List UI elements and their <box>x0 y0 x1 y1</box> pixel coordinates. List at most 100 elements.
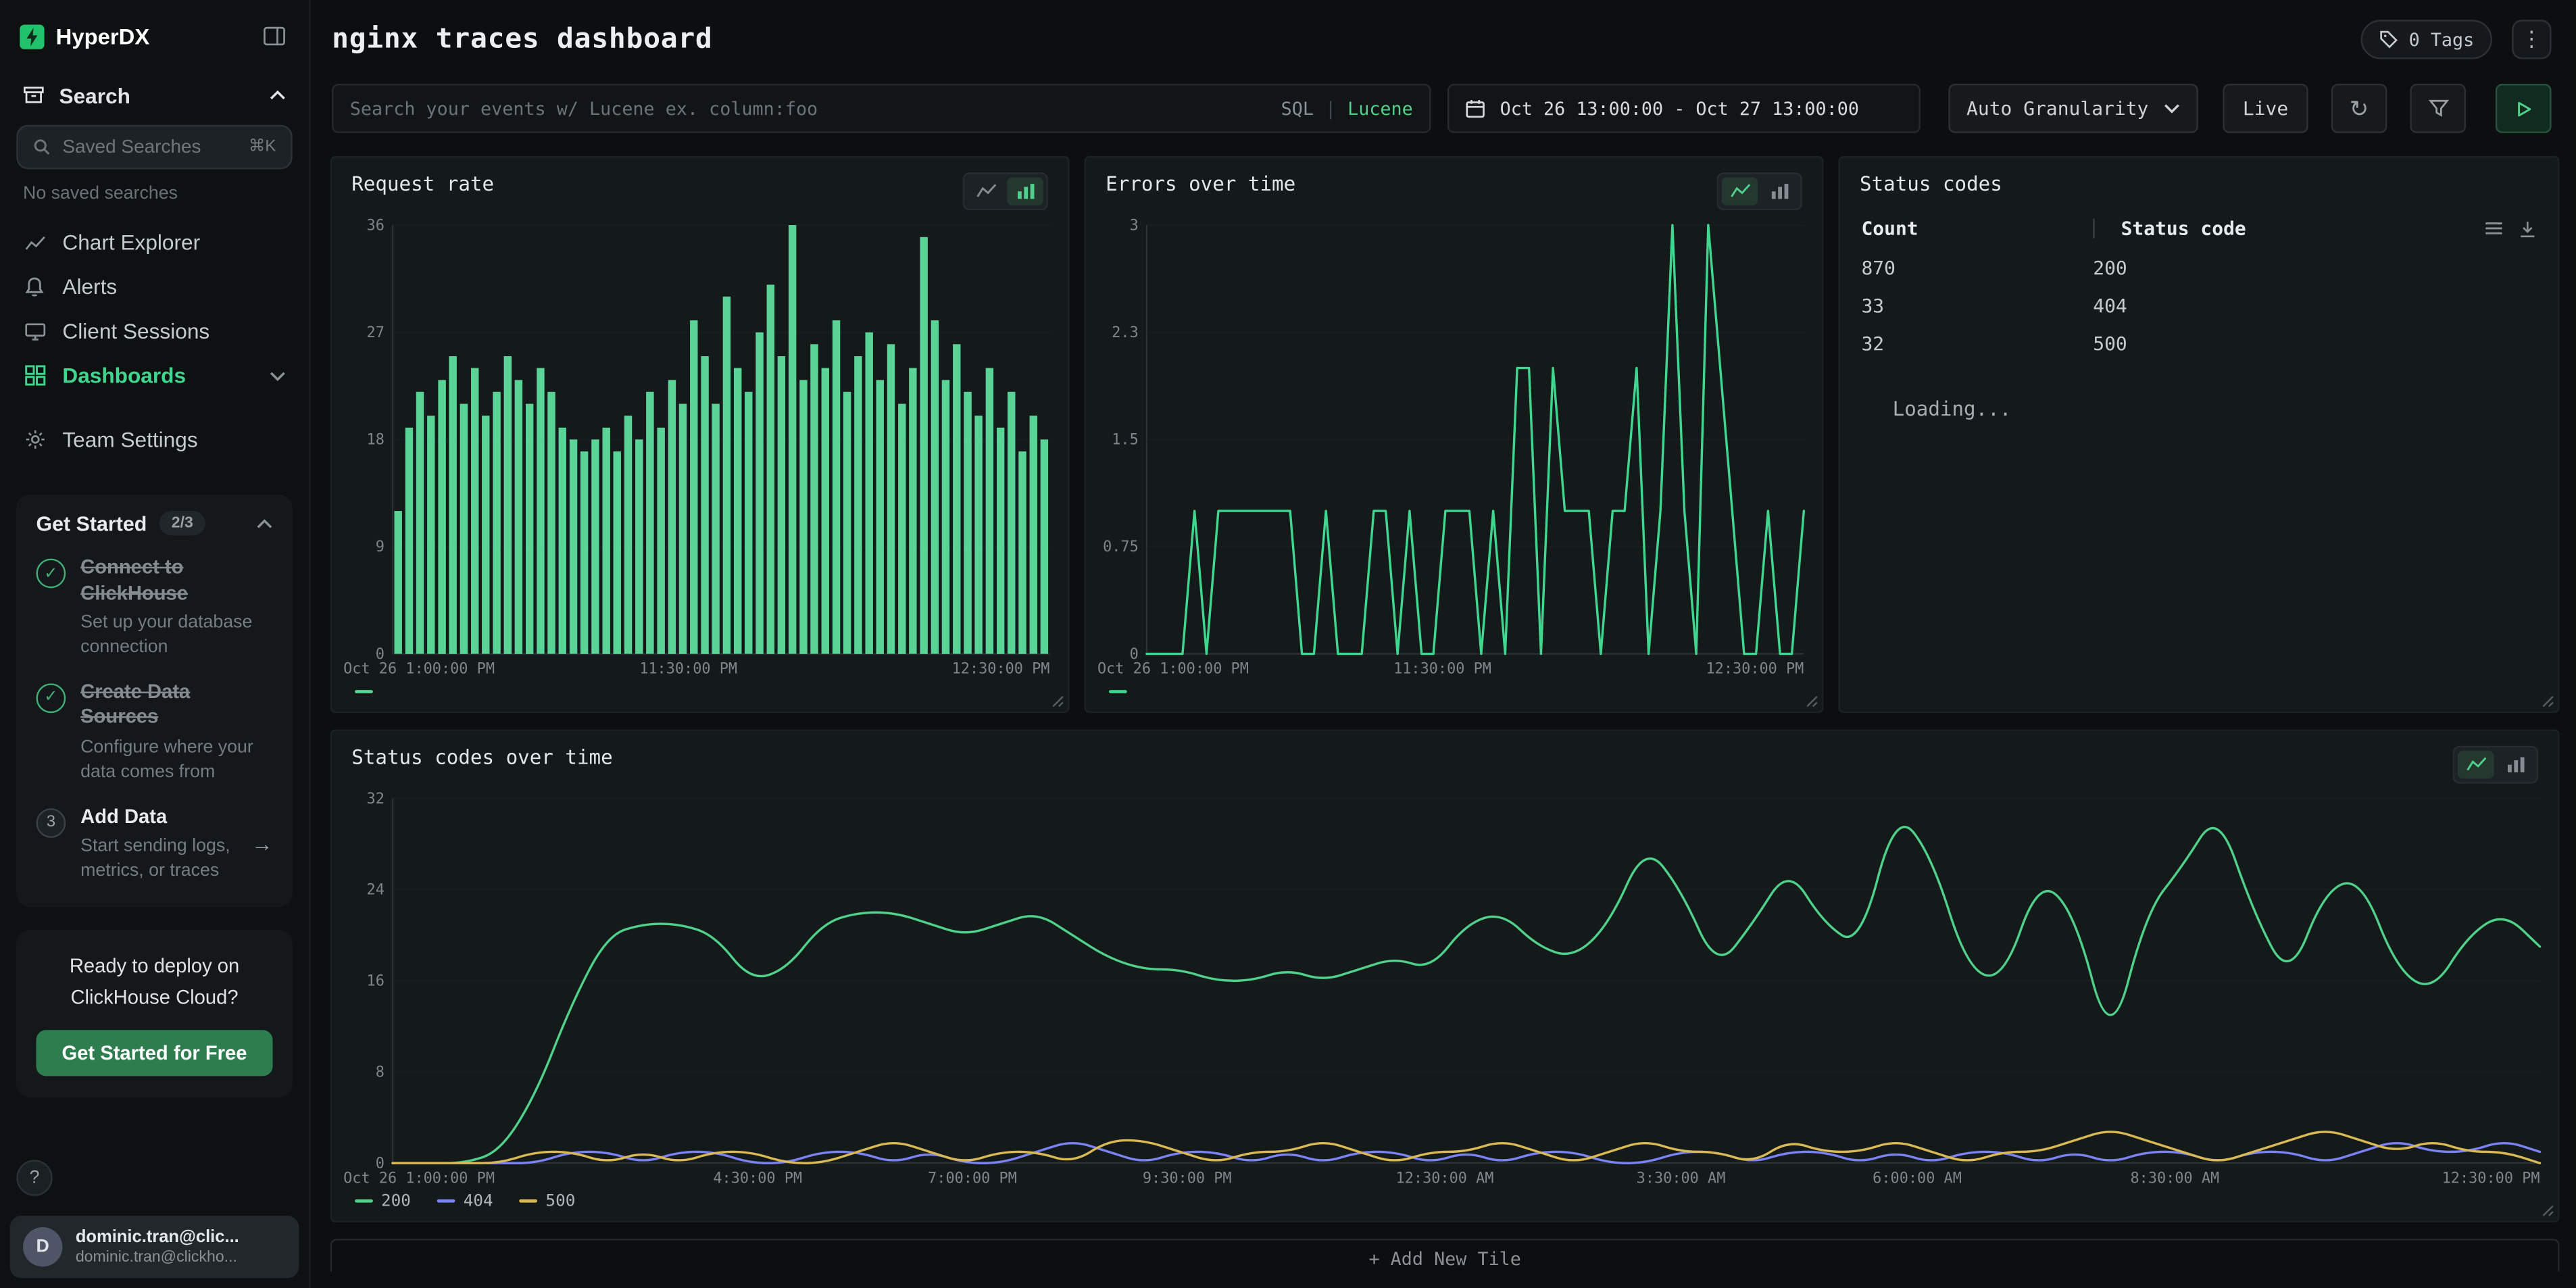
sql-toggle[interactable]: SQL <box>1281 98 1314 120</box>
toolbar: Search your events w/ Lucene ex. column:… <box>332 84 2551 133</box>
tile-title: Status codes <box>1860 172 2002 195</box>
tags-button[interactable]: 0 Tags <box>2361 20 2492 59</box>
svg-text:0.75: 0.75 <box>1103 539 1139 555</box>
table-header: Count Status code <box>1861 209 2536 248</box>
legend-swatch <box>520 1199 538 1203</box>
tile-request-rate: Request rate 09182736Oct 26 1:00:00 PM11… <box>330 156 1070 713</box>
sidebar-item-label: Team Settings <box>62 427 197 451</box>
svg-text:16: 16 <box>367 973 385 990</box>
main-content: nginx traces dashboard 0 Tags ⋮ Search y… <box>310 0 2576 1288</box>
svg-text:8:30:00 AM: 8:30:00 AM <box>2130 1170 2219 1187</box>
run-query-button[interactable] <box>2496 84 2552 133</box>
dashboard-menu-button[interactable]: ⋮ <box>2512 20 2551 59</box>
svg-text:12:30:00 AM: 12:30:00 AM <box>1396 1170 1494 1187</box>
legend-item[interactable]: 200 <box>355 1192 411 1210</box>
no-saved-searches-text: No saved searches <box>0 172 309 220</box>
bar-chart-toggle-icon[interactable] <box>2497 751 2533 778</box>
filter-button[interactable] <box>2410 84 2466 133</box>
add-new-tile-button[interactable]: + Add New Tile <box>330 1239 2560 1272</box>
column-header-count[interactable]: Count <box>1861 217 2093 240</box>
tile-errors-over-time: Errors over time 00.751.52.33Oct 26 1:00… <box>1085 156 1824 713</box>
user-name: dominic.tran@clic... <box>76 1227 239 1249</box>
bar-chart-toggle-icon[interactable] <box>1761 178 1797 205</box>
resize-handle[interactable] <box>2542 1204 2554 1217</box>
sidebar-section-search[interactable]: Search <box>0 72 309 118</box>
resize-handle[interactable] <box>1051 695 1064 708</box>
get-started-free-button[interactable]: Get Started for Free <box>36 1031 272 1076</box>
resize-handle[interactable] <box>2542 695 2554 708</box>
calendar-icon <box>1466 99 1485 118</box>
get-started-step-add-data[interactable]: 3 Add Data Start sending logs, metrics, … <box>36 805 272 884</box>
table-row[interactable]: 33 404 <box>1861 286 2536 324</box>
get-started-step-sources[interactable]: ✓ Create Data Sources Configure where yo… <box>36 680 272 785</box>
refresh-button[interactable]: ↻ <box>2331 84 2387 133</box>
svg-text:12:30:00 PM: 12:30:00 PM <box>1706 661 1804 678</box>
legend-swatch <box>355 1199 373 1203</box>
bar-chart-toggle-icon[interactable] <box>1007 178 1043 205</box>
chart-legend: 200 404 500 <box>332 1188 2558 1221</box>
page-title: nginx traces dashboard <box>332 23 712 56</box>
loading-text: Loading... <box>1893 397 2558 420</box>
svg-text:11:30:00 PM: 11:30:00 PM <box>639 661 737 678</box>
lucene-toggle[interactable]: Lucene <box>1347 98 1413 120</box>
sidebar-item-alerts[interactable]: Alerts <box>0 264 309 309</box>
legend-item[interactable]: 500 <box>520 1192 576 1210</box>
sidebar-item-team-settings[interactable]: Team Settings <box>0 418 309 462</box>
request-rate-chart[interactable]: 09182736Oct 26 1:00:00 PM11:30:00 PM12:3… <box>340 214 1060 678</box>
line-chart-toggle-icon[interactable] <box>2458 751 2494 778</box>
legend-label: 200 <box>381 1192 411 1210</box>
event-search-input[interactable]: Search your events w/ Lucene ex. column:… <box>332 84 1431 133</box>
legend-item[interactable]: 404 <box>437 1192 493 1210</box>
brand-name: HyperDX <box>56 24 248 48</box>
granularity-select[interactable]: Auto Granularity <box>1948 84 2198 133</box>
logo-row: HyperDX <box>0 0 309 72</box>
tag-icon <box>2379 30 2399 49</box>
sidebar-item-label: Client Sessions <box>62 319 209 343</box>
legend-label: 500 <box>545 1192 575 1210</box>
svg-text:27: 27 <box>367 324 385 341</box>
live-button[interactable]: Live <box>2223 84 2308 133</box>
table-row[interactable]: 32 500 <box>1861 324 2536 362</box>
tiles-area: Request rate 09182736Oct 26 1:00:00 PM11… <box>330 156 2560 1288</box>
search-placeholder: Search your events w/ Lucene ex. column:… <box>350 98 1281 120</box>
tags-label: 0 Tags <box>2409 29 2475 51</box>
step-title: Add Data <box>80 805 237 831</box>
tile-status-codes: Status codes Count Status code <box>1838 156 2559 713</box>
resize-handle[interactable] <box>1806 695 1818 708</box>
help-button[interactable]: ? <box>16 1160 52 1195</box>
legend-label: 404 <box>464 1192 493 1210</box>
tile-status-codes-over-time: Status codes over time 08162432Oct 26 1:… <box>330 729 2560 1222</box>
table-row[interactable]: 870 200 <box>1861 248 2536 286</box>
svg-text:2.3: 2.3 <box>1112 324 1139 341</box>
column-header-status-code[interactable]: Status code <box>2121 217 2246 240</box>
chevron-up-icon[interactable] <box>256 518 272 528</box>
cell-status-code: 404 <box>2093 293 2127 316</box>
errors-over-time-chart[interactable]: 00.751.52.33Oct 26 1:00:00 PM11:30:00 PM… <box>1094 214 1814 678</box>
step-title: Connect to ClickHouse <box>80 555 272 607</box>
bell-icon <box>23 276 46 297</box>
user-menu[interactable]: D dominic.tran@clic... dominic.tran@clic… <box>10 1216 299 1278</box>
line-chart-toggle-icon[interactable] <box>1722 178 1758 205</box>
date-range-picker[interactable]: Oct 26 13:00:00 - Oct 27 13:00:00 <box>1447 84 1921 133</box>
download-icon[interactable] <box>2519 220 2537 238</box>
get-started-step-connect[interactable]: ✓ Connect to ClickHouse Set up your data… <box>36 555 272 660</box>
sidebar-item-dashboards[interactable]: Dashboards <box>0 353 309 398</box>
saved-searches-input[interactable]: Saved Searches ⌘K <box>16 125 292 170</box>
sidebar-item-client-sessions[interactable]: Client Sessions <box>0 309 309 353</box>
dashboard-header: nginx traces dashboard 0 Tags ⋮ <box>310 0 2576 79</box>
tile-title: Status codes over time <box>351 746 612 769</box>
cell-count: 870 <box>1861 255 2093 278</box>
search-section-label: Search <box>59 83 130 107</box>
sidebar-collapse-icon[interactable] <box>259 23 289 49</box>
table-options-icon[interactable] <box>2484 220 2504 238</box>
svg-text:11:30:00 PM: 11:30:00 PM <box>1393 661 1491 678</box>
status-codes-over-time-chart[interactable]: 08162432Oct 26 1:00:00 PM4:30:00 PM7:00:… <box>340 787 2550 1188</box>
magnifier-icon <box>33 138 51 156</box>
line-chart-toggle-icon[interactable] <box>968 178 1004 205</box>
step-description: Configure where your data comes from <box>80 736 272 785</box>
svg-text:3: 3 <box>1130 217 1139 234</box>
dashboards-grid-icon <box>23 365 46 387</box>
chevron-down-icon <box>270 370 286 380</box>
sidebar-item-chart-explorer[interactable]: Chart Explorer <box>0 220 309 265</box>
deploy-card: Ready to deploy on ClickHouse Cloud? Get… <box>16 930 292 1097</box>
